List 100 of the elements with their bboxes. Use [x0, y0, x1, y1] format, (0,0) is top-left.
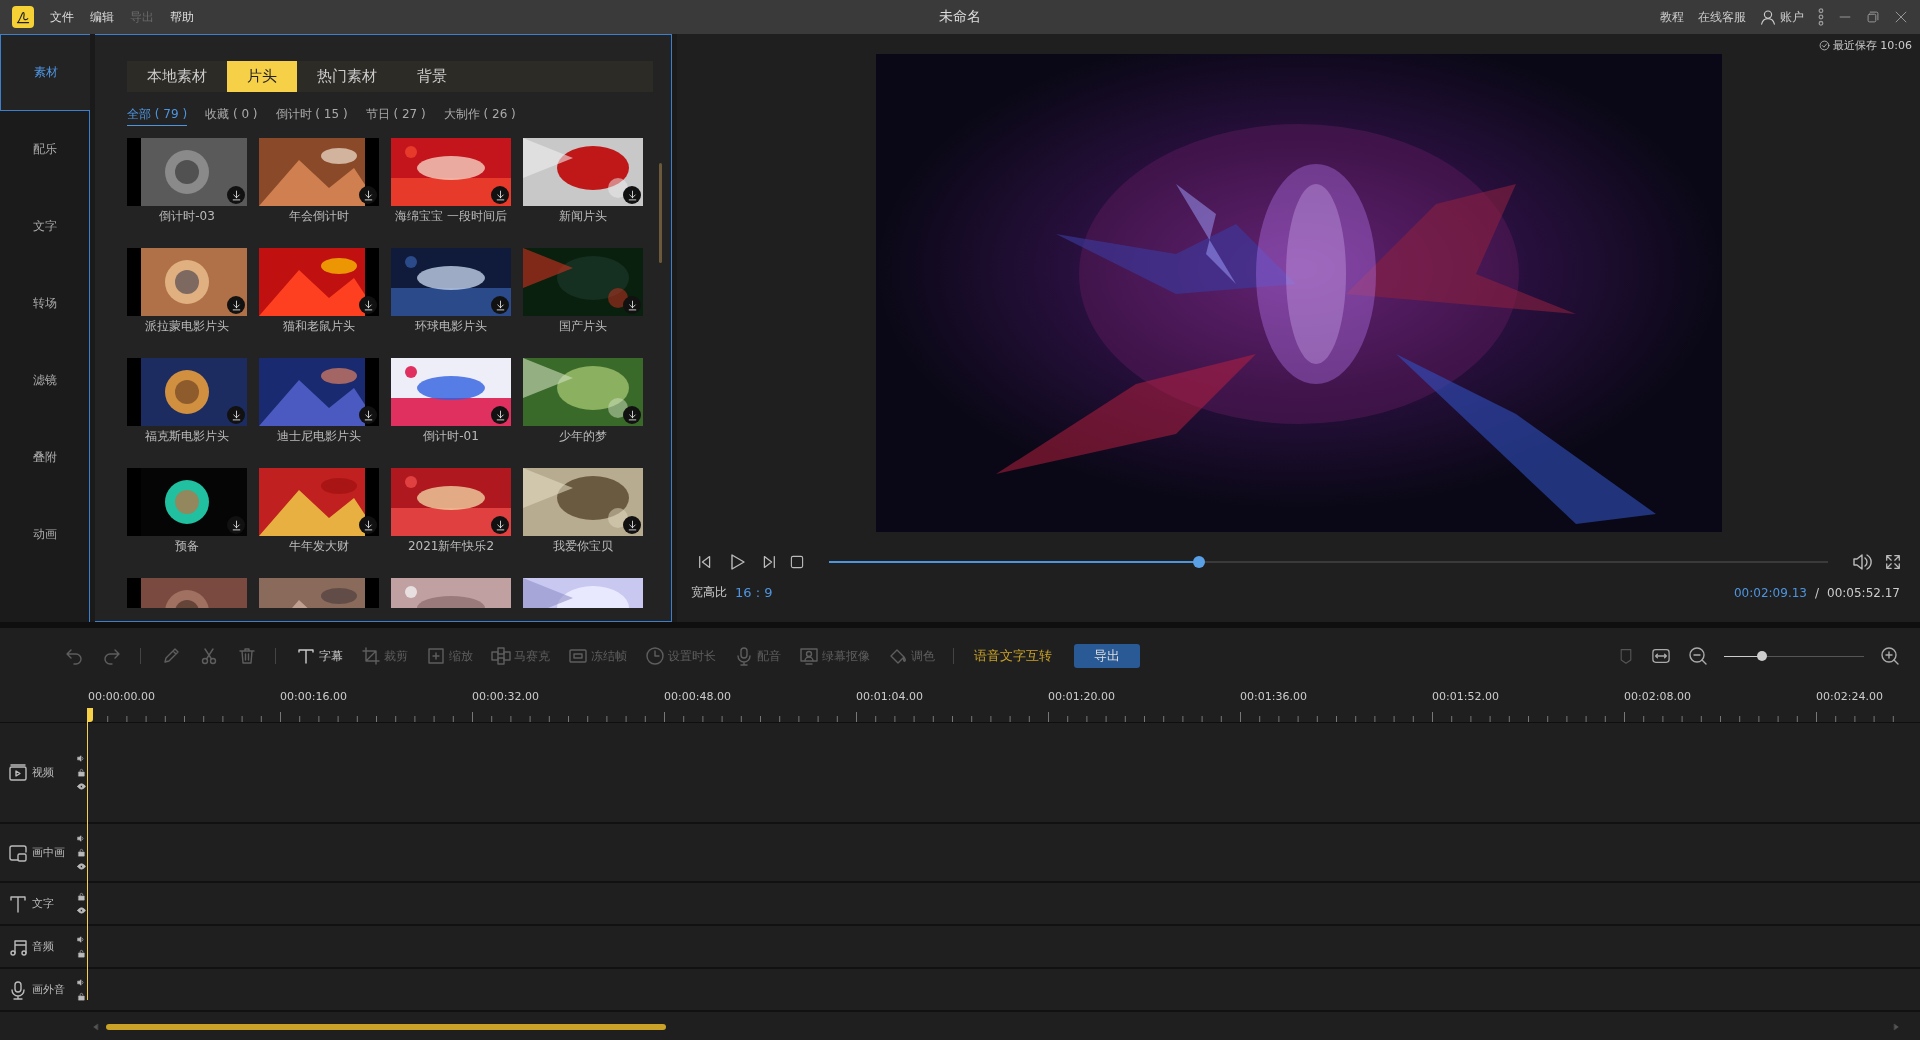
ruler-label: 00:00:00.00 [88, 690, 156, 703]
tab[interactable]: 本地素材 [127, 61, 227, 92]
fit-width-icon [1650, 647, 1672, 665]
lock-icon [77, 892, 86, 901]
window-title: 未命名 [939, 8, 981, 26]
eye-toggle[interactable] [77, 862, 86, 871]
account-button[interactable]: 账户 [1760, 8, 1804, 26]
lock-icon [77, 768, 86, 777]
lock-toggle[interactable] [77, 949, 86, 958]
arrow-down-icon [230, 189, 242, 201]
total-time: 00:05:52.17 [1827, 585, 1900, 600]
speaker-icon [77, 754, 86, 763]
close-button[interactable] [1894, 10, 1908, 24]
ruler-label: 00:00:16.00 [280, 690, 348, 703]
tool-button[interactable]: 字幕 [296, 646, 343, 666]
more-button[interactable] [1818, 8, 1824, 26]
clip-title: 少年的梦 [558, 428, 608, 445]
clock-icon [645, 646, 665, 666]
tab[interactable]: 片头 [227, 61, 297, 92]
aspect-ratio-value[interactable]: 16 : 9 [735, 585, 773, 600]
volume-button[interactable] [1852, 552, 1872, 572]
speech-text-link[interactable]: 语音文字互转 [974, 647, 1052, 665]
app-logo[interactable] [12, 6, 34, 28]
eye-icon [77, 782, 86, 791]
save-time: 最近保存 10:06 [1832, 37, 1912, 53]
menu-item[interactable]: 编辑 [90, 8, 114, 26]
filter-link[interactable]: 全部 ( 79 ) [127, 106, 188, 126]
arrow-down-icon [230, 519, 242, 531]
arrow-down-icon [494, 409, 506, 421]
eye-toggle[interactable] [77, 782, 86, 791]
sidebar-item[interactable]: 叠附 [0, 419, 90, 496]
user-icon [1760, 9, 1776, 25]
lock-toggle[interactable] [77, 768, 86, 777]
speaker-toggle[interactable] [77, 834, 86, 843]
header-link[interactable]: 教程 [1660, 8, 1684, 26]
check-circle-icon [1818, 39, 1830, 51]
mosaic-icon [491, 646, 511, 666]
sidebar-item[interactable]: 动画 [0, 496, 90, 573]
export-button[interactable]: 导出 [1074, 644, 1140, 668]
arrow-down-icon [362, 409, 374, 421]
marker-button[interactable] [1618, 647, 1634, 665]
zoom-thumb[interactable] [1756, 651, 1767, 661]
filter-link[interactable]: 收藏 ( 0 ) [205, 106, 258, 126]
clip-title: 迪士尼电影片头 [276, 428, 362, 445]
zoom-out-button[interactable] [1688, 646, 1708, 666]
speaker-icon [77, 978, 86, 987]
tab[interactable]: 热门素材 [297, 61, 397, 92]
speaker-toggle[interactable] [77, 978, 86, 987]
clip-title: 2021新年快乐2 [406, 538, 496, 555]
sidebar-item[interactable]: 文字 [0, 188, 90, 265]
clip-title: 牛年发大财 [288, 538, 350, 555]
lock-toggle[interactable] [77, 848, 86, 857]
sidebar-item[interactable]: 素材 [0, 34, 90, 111]
logo-icon [15, 9, 31, 25]
menu-item[interactable]: 帮助 [170, 8, 194, 26]
close-icon [1894, 10, 1908, 24]
arrow-down-icon [362, 299, 374, 311]
arrow-down-icon [362, 519, 374, 531]
timeline-scrollbar[interactable] [106, 1024, 666, 1030]
speaker-toggle[interactable] [77, 935, 86, 944]
ruler-label: 00:01:04.00 [856, 690, 924, 703]
picture-in-picture-icon [8, 842, 28, 863]
filter-link[interactable]: 倒计时 ( 15 ) [275, 106, 348, 126]
track-label: 画外音 [32, 982, 66, 997]
fit-button[interactable] [1650, 647, 1672, 665]
ruler-label: 00:02:08.00 [1624, 690, 1692, 703]
left-triangle-icon [92, 1023, 100, 1031]
menu-item[interactable]: 文件 [50, 8, 74, 26]
eye-icon [77, 906, 86, 915]
playhead-handle[interactable] [87, 708, 93, 722]
clip-title: 环球电影片头 [414, 318, 488, 335]
zoom-in-button[interactable] [1880, 646, 1900, 666]
lock-icon [77, 949, 86, 958]
progress-thumb[interactable] [1192, 556, 1205, 568]
trash-icon [237, 646, 257, 666]
ruler-label: 00:02:24.00 [1816, 690, 1884, 703]
tab[interactable]: 背景 [397, 61, 467, 92]
header-link[interactable]: 在线客服 [1698, 8, 1746, 26]
filter-link[interactable]: 节日 ( 27 ) [365, 106, 426, 126]
lock-toggle[interactable] [77, 892, 86, 901]
clip-title: 倒计时-01 [422, 428, 480, 445]
sidebar-item[interactable]: 转场 [0, 265, 90, 342]
eye-toggle[interactable] [77, 906, 86, 915]
stop-button[interactable] [789, 554, 805, 570]
speaker-toggle[interactable] [77, 754, 86, 763]
clip-title: 国产片头 [558, 318, 608, 335]
restore-button[interactable] [1866, 10, 1880, 24]
clip-title: 预备 [174, 538, 200, 555]
lock-toggle[interactable] [77, 992, 86, 1001]
track-label: 文字 [32, 896, 55, 911]
ruler-label: 00:01:36.00 [1240, 690, 1308, 703]
filter-link[interactable]: 大制作 ( 26 ) [443, 106, 516, 126]
clip-title: 福克斯电影片头 [144, 428, 230, 445]
portrait-screen-icon [799, 646, 819, 666]
arrow-down-icon [626, 519, 638, 531]
sidebar-item[interactable]: 滤镜 [0, 342, 90, 419]
fullscreen-button[interactable] [1884, 553, 1902, 571]
speaker-icon [77, 834, 86, 843]
scrollbar[interactable] [659, 163, 662, 263]
sidebar-item[interactable]: 配乐 [0, 111, 90, 188]
